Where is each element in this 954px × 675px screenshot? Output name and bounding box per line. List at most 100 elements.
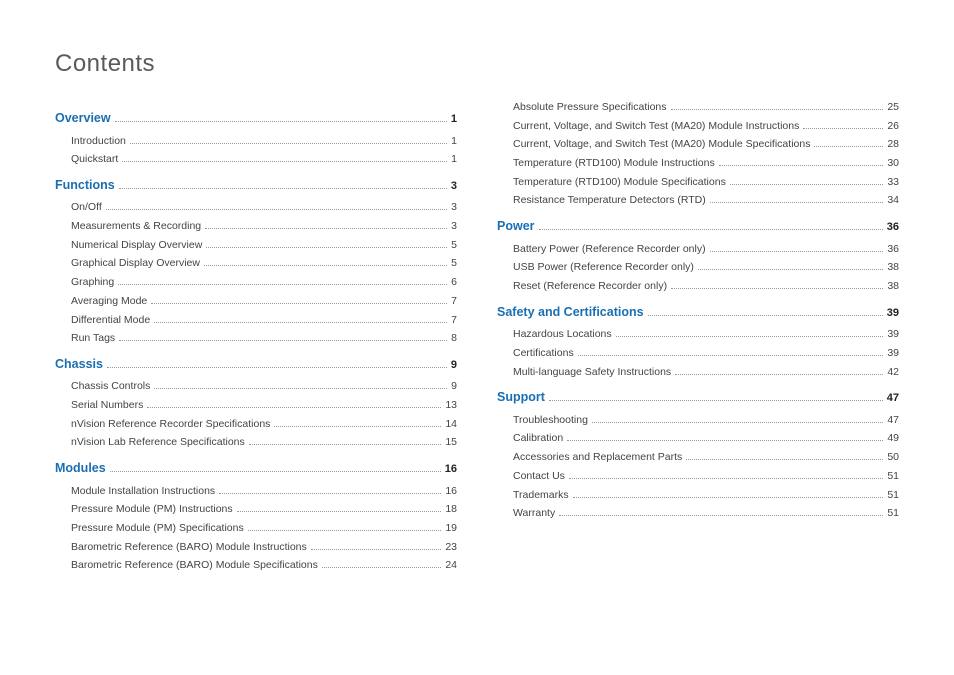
toc-page-number: 8	[451, 331, 457, 346]
toc-section-row[interactable]: Modules 16	[55, 460, 457, 478]
toc-sub-row[interactable]: Pressure Module (PM) Specifications19	[55, 521, 457, 536]
toc-entry-label: Run Tags	[71, 331, 115, 346]
toc-sub-row[interactable]: Troubleshooting47	[497, 413, 899, 428]
toc-entry-label: Battery Power (Reference Recorder only)	[513, 242, 706, 257]
toc-sub-row[interactable]: USB Power (Reference Recorder only) 38	[497, 260, 899, 275]
toc-leader-dots	[719, 165, 884, 166]
toc-section-row[interactable]: Support 47	[497, 389, 899, 407]
toc-section-label: Chassis	[55, 356, 103, 374]
toc-entry-label: Troubleshooting	[513, 413, 588, 428]
toc-sub-row[interactable]: Numerical Display Overview5	[55, 238, 457, 253]
toc-entry-label: Measurements & Recording	[71, 219, 201, 234]
toc-sub-row[interactable]: Absolute Pressure Specifications25	[497, 100, 899, 115]
toc-sub-row[interactable]: Serial Numbers13	[55, 398, 457, 413]
toc-entry-label: USB Power (Reference Recorder only)	[513, 260, 694, 275]
toc-entry-label: Barometric Reference (BARO) Module Speci…	[71, 558, 318, 573]
toc-page-number: 7	[451, 313, 457, 328]
toc-sub-row[interactable]: Barometric Reference (BARO) Module Speci…	[55, 558, 457, 573]
toc-sub-row[interactable]: Multi-language Safety Instructions42	[497, 365, 899, 380]
toc-leader-dots	[106, 209, 447, 210]
toc-page-number: 5	[451, 238, 457, 253]
toc-page-number: 33	[887, 175, 899, 190]
toc-sub-row[interactable]: nVision Lab Reference Specifications15	[55, 435, 457, 450]
toc-page-number: 3	[451, 179, 457, 194]
toc-sub-row[interactable]: Pressure Module (PM) Instructions18	[55, 502, 457, 517]
toc-sub-row[interactable]: Measurements & Recording3	[55, 219, 457, 234]
toc-right-column: Absolute Pressure Specifications25 Curren…	[497, 100, 899, 577]
toc-sub-row[interactable]: Module Installation Instructions 16	[55, 484, 457, 499]
toc-leader-dots	[322, 567, 441, 568]
toc-sub-row[interactable]: On/Off3	[55, 200, 457, 215]
toc-section-label: Modules	[55, 460, 106, 478]
toc-sub-row[interactable]: Warranty51	[497, 506, 899, 521]
toc-sub-row[interactable]: Accessories and Replacement Parts50	[497, 450, 899, 465]
toc-page-number: 30	[887, 156, 899, 171]
toc-sub-row[interactable]: Introduction1	[55, 134, 457, 149]
toc-sub-row[interactable]: Chassis Controls 9	[55, 379, 457, 394]
toc-page-number: 6	[451, 275, 457, 290]
toc-sub-row[interactable]: Barometric Reference (BARO) Module Instr…	[55, 540, 457, 555]
toc-sub-row[interactable]: Calibration49	[497, 431, 899, 446]
toc-entry-label: Hazardous Locations	[513, 327, 612, 342]
toc-entry-label: Module Installation Instructions	[71, 484, 215, 499]
toc-entry-label: Calibration	[513, 431, 563, 446]
toc-entry-label: Absolute Pressure Specifications	[513, 100, 667, 115]
toc-sub-row[interactable]: nVision Reference Recorder Specification…	[55, 417, 457, 432]
toc-sub-row[interactable]: Hazardous Locations39	[497, 327, 899, 342]
toc-page-number: 3	[451, 200, 457, 215]
toc-entry-label: Trademarks	[513, 488, 569, 503]
toc-entry-label: Differential Mode	[71, 313, 150, 328]
toc-leader-dots	[648, 315, 883, 316]
toc-page-number: 16	[445, 462, 457, 477]
toc-leader-dots	[119, 340, 447, 341]
toc-section-label: Support	[497, 389, 545, 407]
toc-page-number: 23	[445, 540, 457, 555]
toc-sub-row[interactable]: Reset (Reference Recorder only)38	[497, 279, 899, 294]
toc-section-label: Overview	[55, 110, 111, 128]
toc-leader-dots	[110, 471, 441, 472]
toc-page-number: 15	[445, 435, 457, 450]
toc-page-number: 9	[451, 379, 457, 394]
toc-leader-dots	[248, 530, 442, 531]
toc-entry-label: Graphing	[71, 275, 114, 290]
toc-sub-row[interactable]: Resistance Temperature Detectors (RTD)34	[497, 193, 899, 208]
toc-sub-row[interactable]: Temperature (RTD100) Module Instructions…	[497, 156, 899, 171]
toc-section-label: Safety and Certifications	[497, 304, 644, 322]
toc-section-row[interactable]: Safety and Certifications39	[497, 304, 899, 322]
toc-sub-row[interactable]: Differential Mode 7	[55, 313, 457, 328]
toc-sub-row[interactable]: Quickstart1	[55, 152, 457, 167]
toc-page-number: 19	[445, 521, 457, 536]
toc-sub-row[interactable]: Current, Voltage, and Switch Test (MA20)…	[497, 119, 899, 134]
toc-sub-row[interactable]: Current, Voltage, and Switch Test (MA20)…	[497, 137, 899, 152]
toc-sub-row[interactable]: Averaging Mode7	[55, 294, 457, 309]
toc-entry-label: Introduction	[71, 134, 126, 149]
toc-page-number: 1	[451, 152, 457, 167]
toc-sub-row[interactable]: Trademarks51	[497, 488, 899, 503]
toc-sub-row[interactable]: Run Tags 8	[55, 331, 457, 346]
toc-page-number: 47	[887, 391, 899, 406]
toc-section-label: Functions	[55, 177, 115, 195]
toc-section-row[interactable]: Overview1	[55, 110, 457, 128]
toc-sub-row[interactable]: Contact Us51	[497, 469, 899, 484]
toc-section-row[interactable]: Power36	[497, 218, 899, 236]
toc-sub-row[interactable]: Temperature (RTD100) Module Specificatio…	[497, 175, 899, 190]
toc-leader-dots	[206, 247, 447, 248]
toc-page-number: 34	[887, 193, 899, 208]
toc-section-row[interactable]: Functions 3	[55, 177, 457, 195]
toc-leader-dots	[803, 128, 883, 129]
toc-page-number: 51	[887, 469, 899, 484]
toc-entry-label: Graphical Display Overview	[71, 256, 200, 271]
toc-sub-row[interactable]: Certifications39	[497, 346, 899, 361]
toc-columns: Overview1Introduction1Quickstart1Functio…	[55, 100, 899, 577]
toc-leader-dots	[549, 400, 883, 401]
toc-sub-row[interactable]: Battery Power (Reference Recorder only)3…	[497, 242, 899, 257]
page-title: Contents	[55, 50, 899, 78]
toc-leader-dots	[567, 440, 883, 441]
toc-page-number: 16	[445, 484, 457, 499]
toc-sub-row[interactable]: Graphical Display Overview5	[55, 256, 457, 271]
toc-sub-row[interactable]: Graphing 6	[55, 275, 457, 290]
toc-section-row[interactable]: Chassis9	[55, 356, 457, 374]
toc-page-number: 38	[887, 260, 899, 275]
toc-entry-label: Chassis Controls	[71, 379, 150, 394]
toc-page-number: 18	[445, 502, 457, 517]
